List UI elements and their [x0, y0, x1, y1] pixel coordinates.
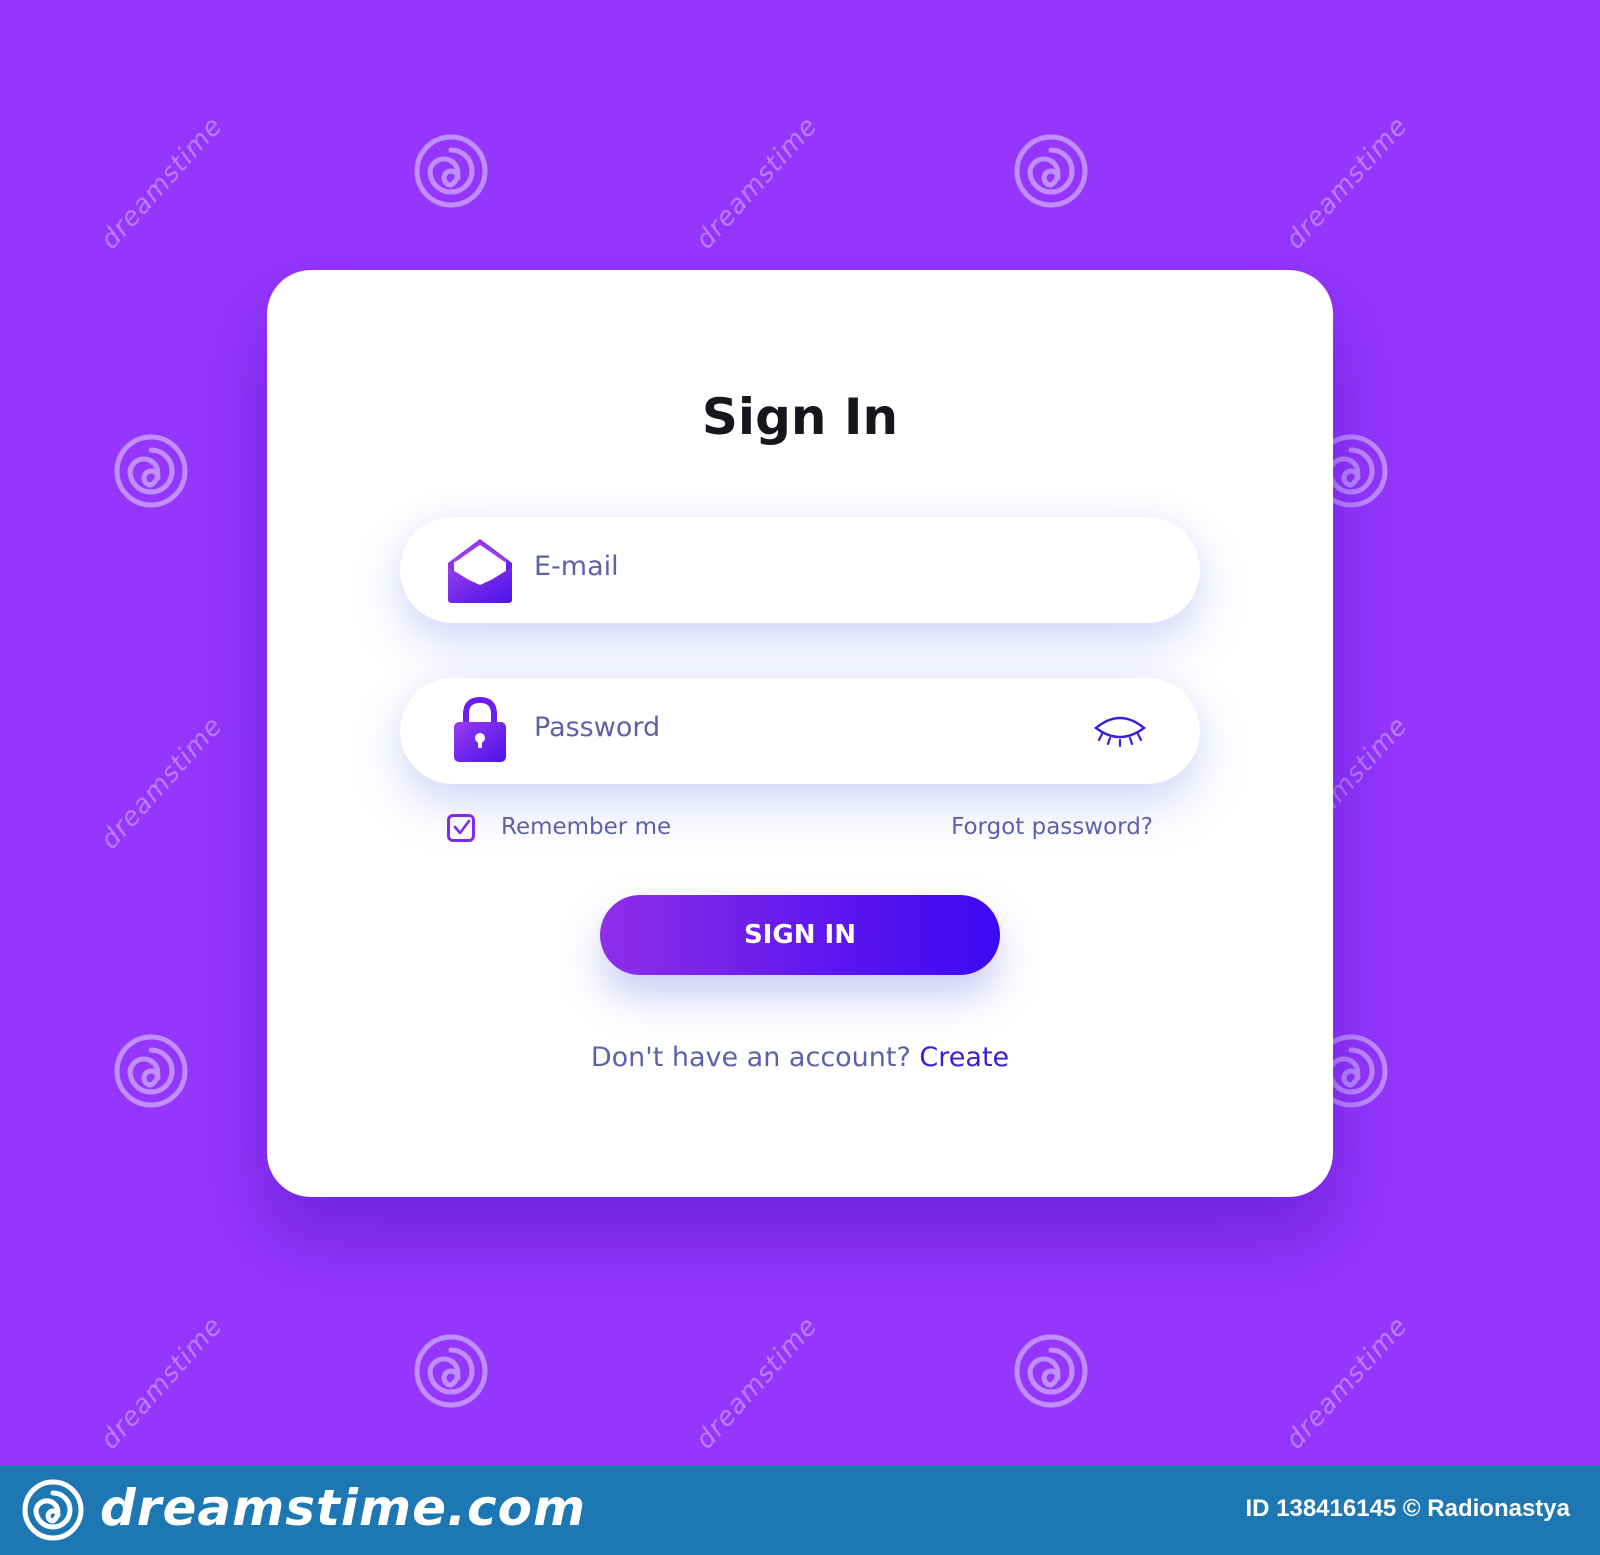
image-credit: ID 138416145 © Radionastya	[1245, 1495, 1570, 1522]
forgot-password-link[interactable]: Forgot password?	[951, 814, 1153, 840]
watermark-spiral-icon	[414, 134, 488, 208]
watermark-spiral-icon	[414, 1334, 488, 1408]
signup-prompt-text: Don't have an account?	[590, 1042, 911, 1073]
watermark-spiral-icon	[1014, 1334, 1088, 1408]
create-account-link[interactable]: Create	[919, 1042, 1009, 1073]
checkmark-icon	[453, 819, 471, 835]
password-placeholder: Password	[534, 712, 661, 743]
eye-closed-icon[interactable]	[1092, 714, 1148, 750]
dreamstime-logo-text: dreamstime.com	[100, 1479, 587, 1537]
background: dreamstime dreamstime dreamstime dreamstime…	[0, 0, 1600, 1465]
watermark-text: dreamstime	[1280, 1311, 1414, 1456]
remember-checkbox[interactable]	[447, 814, 475, 842]
watermark-spiral-icon	[1014, 134, 1088, 208]
watermark-text: dreamstime	[95, 711, 229, 856]
page-title: Sign In	[701, 388, 899, 446]
sign-in-card: Sign In E-mail Password Remember me Forg…	[267, 270, 1333, 1197]
watermark-spiral-icon	[114, 1034, 188, 1108]
watermark-text: dreamstime	[690, 1311, 824, 1456]
remember-label: Remember me	[501, 814, 672, 840]
email-field[interactable]: E-mail	[400, 517, 1200, 623]
signup-prompt: Don't have an account? Create	[267, 1042, 1333, 1073]
envelope-icon	[448, 539, 512, 603]
watermark-text: dreamstime	[95, 111, 229, 256]
watermark-spiral-icon	[114, 434, 188, 508]
sign-in-button[interactable]: SIGN IN	[600, 895, 1000, 975]
options-row: Remember me Forgot password?	[447, 810, 1153, 850]
watermark-text: dreamstime	[95, 1311, 229, 1456]
watermark-text: dreamstime	[1280, 111, 1414, 256]
lock-icon	[454, 696, 506, 762]
email-placeholder: E-mail	[534, 551, 619, 582]
watermark-footer: dreamstime.com ID 138416145 © Radionasty…	[0, 1465, 1600, 1555]
dreamstime-logo-icon	[22, 1479, 84, 1541]
password-field[interactable]: Password	[400, 678, 1200, 784]
watermark-text: dreamstime	[690, 111, 824, 256]
